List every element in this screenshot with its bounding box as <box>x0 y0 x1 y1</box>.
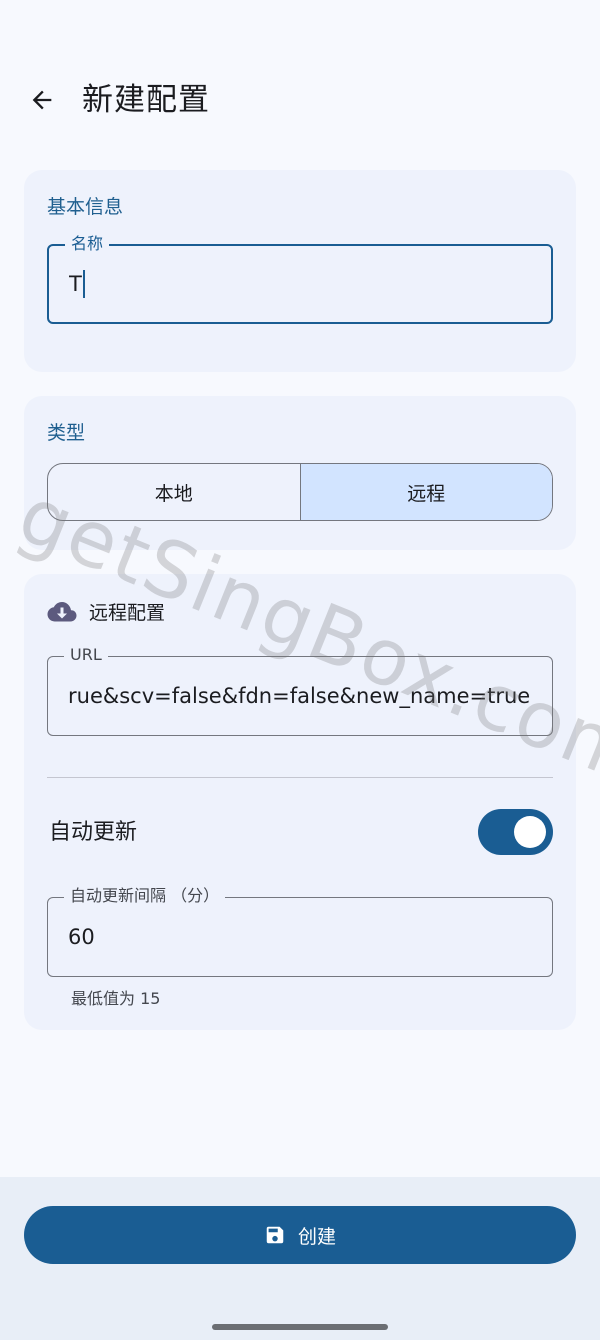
text-caret <box>82 270 85 298</box>
basic-info-title: 基本信息 <box>47 196 124 218</box>
create-button[interactable]: 创建 <box>24 1206 576 1264</box>
update-interval-field[interactable]: 自动更新间隔 （分） 60 <box>47 885 553 977</box>
home-indicator[interactable] <box>212 1324 388 1330</box>
divider <box>47 777 553 778</box>
type-title: 类型 <box>47 422 86 444</box>
name-field[interactable]: 名称 T <box>47 233 553 324</box>
update-interval-value: 60 <box>68 925 95 949</box>
auto-update-toggle[interactable] <box>478 809 553 855</box>
url-field[interactable]: URL rue&scv=false&fdn=false&new_name=tru… <box>47 644 553 736</box>
remote-config-header: 远程配置 <box>47 598 165 625</box>
arrow-back-icon <box>32 90 52 110</box>
segment-local[interactable]: 本地 <box>48 464 300 520</box>
url-field-value: rue&scv=false&fdn=false&new_name=true <box>68 684 531 708</box>
type-segmented-control: 本地 远程 <box>47 463 553 521</box>
save-icon <box>266 1226 284 1244</box>
type-card: 类型 本地 远程 <box>24 396 576 550</box>
segment-remote[interactable]: 远程 <box>299 464 552 520</box>
page-title: 新建配置 <box>82 82 210 118</box>
toggle-thumb <box>514 816 546 848</box>
name-field-value: T <box>69 272 82 296</box>
app-bar: 新建配置 <box>0 60 600 144</box>
auto-update-label: 自动更新 <box>49 820 138 845</box>
cloud-download-icon <box>47 601 77 621</box>
name-field-value-wrap: T <box>69 246 531 322</box>
update-interval-helper: 最低值为 15 <box>71 989 161 1008</box>
back-button[interactable] <box>20 78 64 122</box>
basic-info-card: 基本信息 名称 T <box>24 170 576 372</box>
remote-config-card: 远程配置 URL rue&scv=false&fdn=false&new_nam… <box>24 574 576 1030</box>
bottom-bar: 创建 <box>0 1177 600 1340</box>
create-button-label: 创建 <box>297 1225 336 1248</box>
remote-config-title: 远程配置 <box>89 602 166 624</box>
